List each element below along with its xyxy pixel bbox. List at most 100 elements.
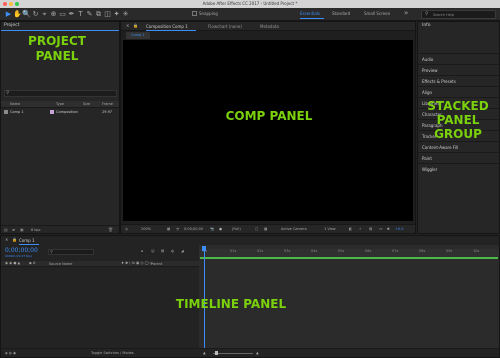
comp-subtab[interactable]: Comp 1 (126, 32, 150, 39)
column-name[interactable]: Name (10, 102, 20, 106)
magnification-select[interactable]: 200% (141, 227, 151, 231)
hand-tool-icon[interactable]: ✋ (13, 10, 22, 19)
timeline-panel: ✕ 🔒 Comp 1 0;00;00;00 00000 (29.97 fps) … (0, 235, 500, 358)
timeline-zoom-handle[interactable] (215, 351, 218, 355)
puppet-tool-icon[interactable]: ✳ (121, 10, 130, 19)
pen-tool-icon[interactable]: ✒ (67, 10, 76, 19)
timeline-search-input[interactable]: ⚲ (48, 249, 94, 255)
panel-wiggler[interactable]: Wiggler (418, 163, 499, 174)
tab-composition[interactable]: Composition Comp 1 (146, 24, 188, 29)
graph-editor-icon[interactable]: ◢ (181, 249, 184, 253)
close-tab-icon[interactable]: ✕ (5, 237, 8, 242)
comp-viewer[interactable] (123, 40, 413, 221)
snapping-label: Snapping (199, 11, 218, 16)
brush-tool-icon[interactable]: ✎ (85, 10, 94, 19)
project-row[interactable]: Comp 1 Composition 29.97 (1, 109, 119, 116)
work-area-bar[interactable] (200, 257, 498, 259)
exposure-value[interactable]: +0.0 (395, 227, 404, 231)
camera-select[interactable]: Active Camera (281, 227, 307, 231)
current-time[interactable]: 0;00;00;00 (184, 227, 203, 231)
clone-stamp-tool-icon[interactable]: ⧉ (94, 10, 103, 19)
close-tab-icon[interactable]: ✕ (126, 23, 129, 28)
interpret-footage-icon[interactable]: ▤ (4, 227, 8, 232)
lock-icon[interactable]: 🔒 (133, 23, 138, 28)
always-preview-icon[interactable]: ◎ (125, 227, 128, 231)
zoom-tool-icon[interactable]: 🔍 (22, 10, 31, 19)
selection-tool-icon[interactable]: ▶ (4, 10, 13, 19)
timeline-comp-tab[interactable]: Comp 1 (19, 238, 35, 243)
panel-audio[interactable]: Audio (418, 53, 499, 64)
info-panel-tab[interactable]: Info (422, 23, 431, 28)
camera-tool-icon[interactable]: ⌖ (40, 10, 49, 19)
item-name: Comp 1 (10, 110, 24, 114)
workspace-small-screen[interactable]: Small Screen (364, 11, 390, 16)
zoom-out-icon[interactable]: ▲ (203, 351, 206, 355)
panel-effects-presets[interactable]: Effects & Presets (418, 75, 499, 86)
panel-align[interactable]: Align (418, 86, 499, 97)
column-frame[interactable]: Frame (102, 102, 113, 106)
ruler-tick: 06s (365, 249, 372, 253)
comp-subtab-label: Comp 1 (131, 33, 145, 37)
tab-metadata[interactable]: Metadata (260, 24, 279, 29)
mask-visibility-icon[interactable]: ◔ (176, 227, 179, 231)
show-channel-icon[interactable]: ● (219, 227, 222, 231)
close-window-icon[interactable] (3, 2, 7, 6)
timeline-icon[interactable]: ▤ (369, 227, 372, 231)
rotate-tool-icon[interactable]: ↻ (31, 10, 40, 19)
workspace-overflow-icon[interactable]: » (404, 9, 408, 17)
snapping-checkbox[interactable] (192, 11, 197, 16)
workspace-standard[interactable]: Standard (332, 11, 350, 16)
panel-preview[interactable]: Preview (418, 64, 499, 75)
roto-brush-tool-icon[interactable]: ✦ (112, 10, 121, 19)
frame-blending-icon[interactable]: ▤ (161, 249, 164, 253)
column-size[interactable]: Size (83, 102, 90, 106)
new-folder-icon[interactable]: ▰ (12, 227, 15, 232)
view-layout-select[interactable]: 1 View (324, 227, 336, 231)
toggle-pixel-icon[interactable]: ◧ (349, 227, 352, 231)
project-panel-tab[interactable]: Project (4, 23, 19, 28)
mask-tool-icon[interactable]: ▭ (58, 10, 67, 19)
search-help-field[interactable]: ⚲ Search Help (421, 10, 496, 19)
column-parent[interactable]: Parent (151, 262, 162, 266)
snapshot-icon[interactable]: 📷 (210, 227, 214, 231)
switches-icon: ♦ ✱ \ fx ▣ ◎ ◯ ◇ (121, 261, 153, 265)
layer-switches-icon[interactable]: ◈ ◍ ◉ (5, 351, 16, 355)
region-of-interest-icon[interactable]: ▢ (255, 227, 258, 231)
fast-previews-icon[interactable]: ⚡ (359, 227, 361, 231)
item-frame-rate: 29.97 (102, 110, 113, 114)
window-title: Adobe After Effects CC 2017 - Untitled P… (202, 1, 298, 6)
grid-icon[interactable]: ▦ (167, 227, 170, 231)
motion-blur-icon[interactable]: ◍ (171, 249, 174, 253)
column-type[interactable]: Type (56, 102, 64, 106)
flowchart-icon[interactable]: ⊶ (379, 227, 383, 231)
trash-icon[interactable]: 🗑 (108, 227, 113, 232)
pan-behind-tool-icon[interactable]: ⊕ (49, 10, 58, 19)
shy-layers-icon[interactable]: ☺ (151, 249, 155, 253)
zoom-in-icon[interactable]: ▲ (256, 351, 259, 355)
lock-icon[interactable]: 🔒 (12, 237, 17, 242)
column-source-name[interactable]: Source Name (49, 262, 72, 266)
ruler-tick: 02s (257, 249, 264, 253)
minimize-window-icon[interactable] (9, 2, 13, 6)
tab-flowchart[interactable]: Flowchart (none) (208, 24, 242, 29)
transparency-grid-icon[interactable]: ▩ (264, 227, 267, 231)
label-column-icon: ◆ # (29, 261, 36, 265)
eraser-tool-icon[interactable]: ◫ (103, 10, 112, 19)
reset-exposure-icon[interactable]: ✺ (387, 227, 390, 231)
timeline-current-time[interactable]: 0;00;00;00 (5, 247, 38, 254)
type-tool-icon[interactable]: T (76, 10, 85, 19)
resolution-select[interactable]: (Full) (232, 227, 241, 231)
zoom-window-icon[interactable] (15, 2, 19, 6)
label-color-icon (50, 110, 54, 114)
workspace-essentials[interactable]: Essentials (300, 11, 320, 16)
panel-content-aware-fill[interactable]: Content-Aware Fill (418, 141, 499, 152)
bit-depth-label[interactable]: 8 bpc (31, 228, 41, 232)
draft-3d-icon[interactable]: ⧈ (141, 249, 143, 253)
timeline-zoom-slider[interactable] (213, 353, 253, 354)
ruler-tick: 10s (473, 249, 480, 253)
toggle-switches-modes-button[interactable]: Toggle Switches / Modes (91, 351, 134, 355)
project-search-input[interactable]: ⚲ (4, 90, 117, 97)
panel-paint[interactable]: Paint (418, 152, 499, 163)
project-footer: ▤ ▰ ▣ 8 bpc 🗑 (1, 225, 119, 233)
new-composition-icon[interactable]: ▣ (20, 227, 24, 232)
